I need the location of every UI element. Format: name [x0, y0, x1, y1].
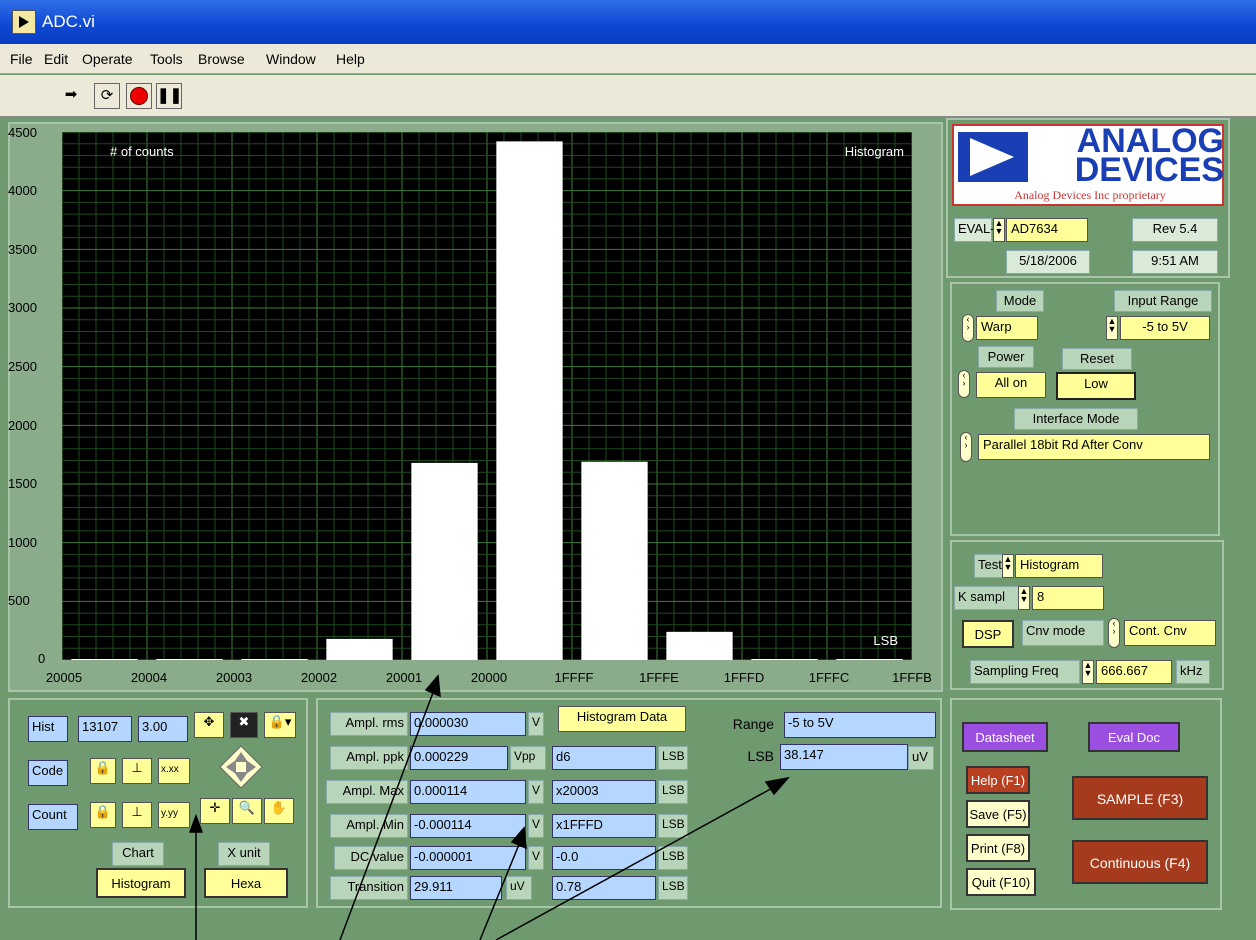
annotation-arrows	[188, 674, 790, 940]
